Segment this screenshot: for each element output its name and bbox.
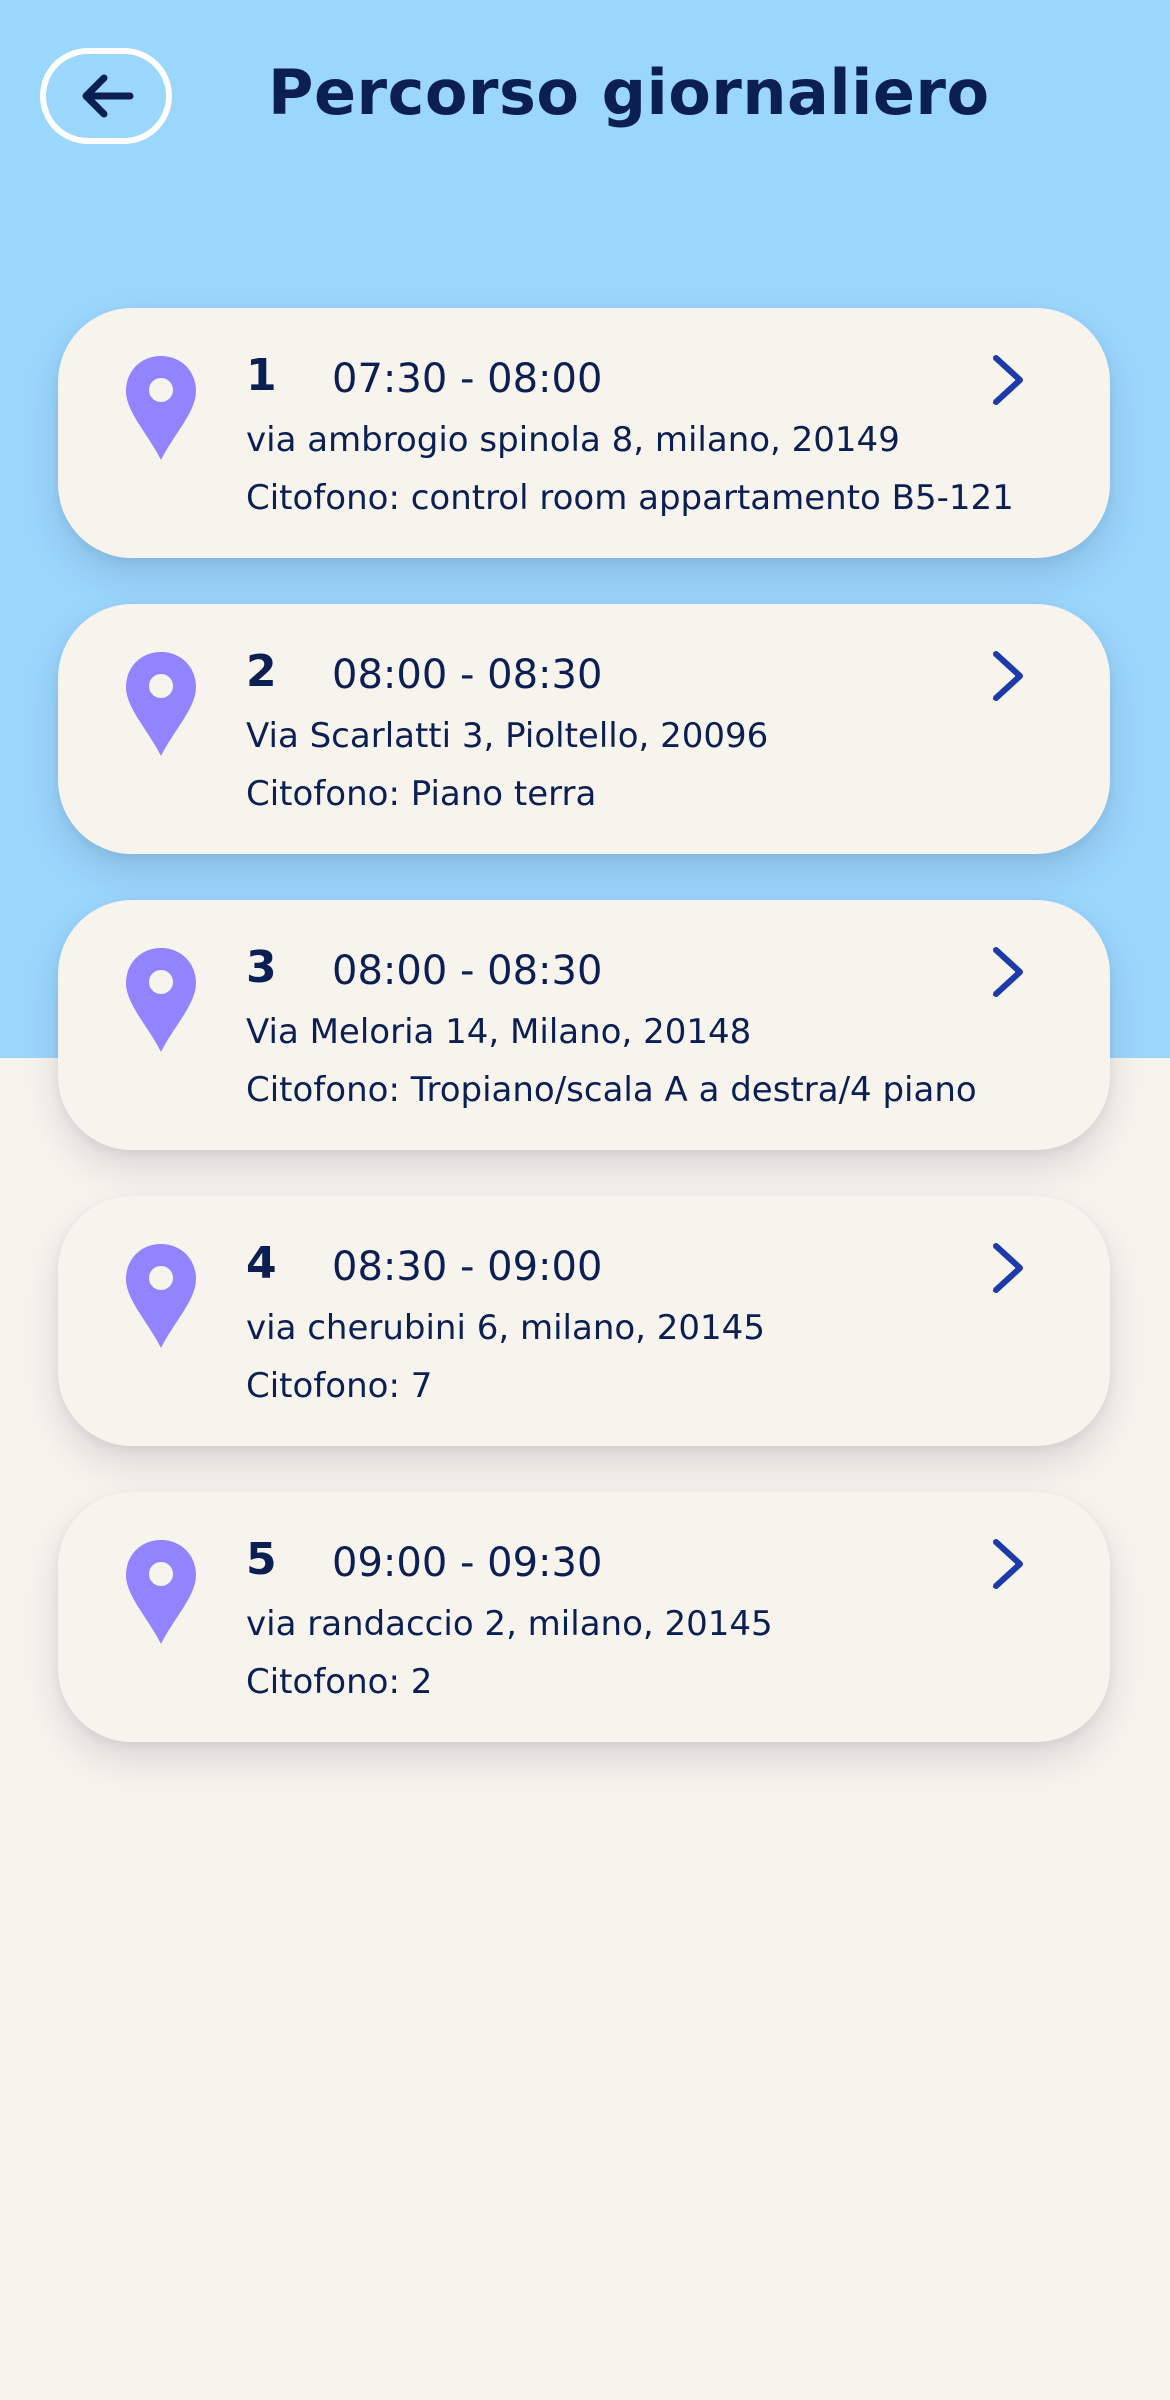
chevron-right-icon[interactable] (986, 1242, 1030, 1294)
stop-card[interactable]: 4 08:30 - 09:00 via cherubini 6, milano,… (58, 1196, 1110, 1446)
page-title: Percorso giornaliero (268, 56, 990, 129)
arrow-left-icon (82, 74, 134, 118)
stop-card[interactable]: 3 08:00 - 08:30 Via Meloria 14, Milano, … (58, 900, 1110, 1150)
stop-address: Via Scarlatti 3, Pioltello, 20096 (246, 716, 769, 756)
stop-address: Via Meloria 14, Milano, 20148 (246, 1012, 752, 1052)
stop-time: 08:00 - 08:30 (332, 652, 603, 698)
stop-intercom: Citofono: Tropiano/scala A a destra/4 pi… (246, 1070, 977, 1110)
stop-card[interactable]: 1 07:30 - 08:00 via ambrogio spinola 8, … (58, 308, 1110, 558)
chevron-right-icon[interactable] (986, 1538, 1030, 1590)
stop-address: via ambrogio spinola 8, milano, 20149 (246, 420, 900, 460)
stop-address: via cherubini 6, milano, 20145 (246, 1308, 765, 1348)
stop-time: 09:00 - 09:30 (332, 1540, 603, 1586)
chevron-right-icon[interactable] (986, 354, 1030, 406)
chevron-right-icon[interactable] (986, 946, 1030, 998)
stop-number: 3 (246, 942, 277, 993)
back-button[interactable] (40, 48, 172, 144)
stop-number: 1 (246, 350, 277, 401)
stop-number: 5 (246, 1534, 277, 1585)
stop-intercom: Citofono: 7 (246, 1366, 433, 1406)
stop-time: 08:30 - 09:00 (332, 1244, 603, 1290)
stop-time: 07:30 - 08:00 (332, 356, 603, 402)
stop-card[interactable]: 5 09:00 - 09:30 via randaccio 2, milano,… (58, 1492, 1110, 1742)
map-pin-icon (126, 356, 196, 460)
stop-number: 4 (246, 1238, 277, 1289)
stop-number: 2 (246, 646, 277, 697)
map-pin-icon (126, 1540, 196, 1644)
chevron-right-icon[interactable] (986, 650, 1030, 702)
stops-list: 1 07:30 - 08:00 via ambrogio spinola 8, … (58, 308, 1110, 1788)
stop-intercom: Citofono: Piano terra (246, 774, 597, 814)
stop-time: 08:00 - 08:30 (332, 948, 603, 994)
map-pin-icon (126, 652, 196, 756)
map-pin-icon (126, 948, 196, 1052)
map-pin-icon (126, 1244, 196, 1348)
stop-address: via randaccio 2, milano, 20145 (246, 1604, 773, 1644)
stop-card[interactable]: 2 08:00 - 08:30 Via Scarlatti 3, Pioltel… (58, 604, 1110, 854)
header: Percorso giornaliero (0, 0, 1170, 200)
stop-intercom: Citofono: 2 (246, 1662, 433, 1702)
stop-intercom: Citofono: control room appartamento B5-1… (246, 478, 1014, 518)
